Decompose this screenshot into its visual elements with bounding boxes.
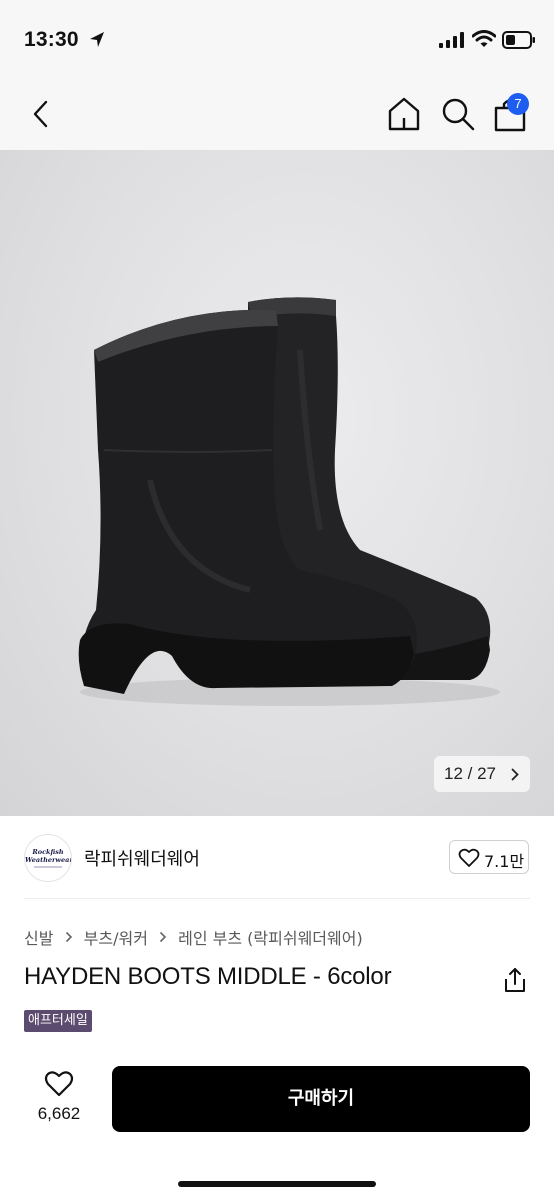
image-counter[interactable]: 12 / 27	[434, 756, 530, 792]
status-time: 13:30	[24, 28, 79, 51]
image-counter-text: 12 / 27	[444, 764, 496, 783]
signal-icon	[439, 32, 464, 48]
brand-like-button[interactable]: 7.1만	[449, 840, 529, 874]
heart-icon	[44, 1071, 74, 1097]
chevron-right-icon	[511, 768, 519, 781]
brand-name[interactable]: 락피쉬웨더웨어	[84, 845, 200, 871]
sale-badge: 애프터세일	[24, 1010, 92, 1032]
cart-count-badge: 7	[507, 93, 529, 115]
divider	[24, 898, 530, 899]
brand-logo-line1: Rockfish	[32, 848, 64, 856]
product-title: HAYDEN BOOTS MIDDLE - 6color	[24, 963, 392, 990]
breadcrumb-item-rain-boots[interactable]: 레인 부츠 (락피쉬웨더웨어)	[178, 929, 363, 948]
wifi-icon	[472, 30, 496, 47]
top-navigation	[0, 80, 554, 150]
chevron-right-icon	[159, 931, 167, 943]
battery-icon	[502, 31, 535, 49]
brand-logo[interactable]: Rockfish Weatherwear	[24, 834, 72, 882]
heart-icon	[458, 848, 480, 867]
product-image[interactable]	[0, 150, 554, 816]
brand-row[interactable]: Rockfish Weatherwear 락피쉬웨더웨어 7.1만	[0, 830, 554, 886]
chevron-right-icon	[65, 931, 72, 943]
brand-logo-rule	[34, 866, 62, 868]
home-indicator	[178, 1181, 376, 1187]
back-button[interactable]	[24, 94, 60, 134]
brand-like-count: 7.1만	[484, 852, 525, 871]
breadcrumb-item-boots[interactable]: 부츠/워커	[84, 929, 148, 948]
search-button[interactable]	[438, 94, 478, 134]
brand-logo-line2: Weatherwear	[25, 856, 72, 864]
home-button[interactable]	[384, 94, 424, 134]
buy-button[interactable]: 구매하기	[112, 1066, 530, 1132]
boots-illustration	[78, 297, 500, 706]
status-bar: 13:30	[0, 0, 554, 80]
share-button[interactable]	[502, 966, 528, 994]
wishlist-count: 6,662	[37, 1104, 81, 1123]
nav-arrow-icon	[90, 32, 104, 47]
wishlist-button[interactable]: 6,662	[24, 1068, 94, 1130]
breadcrumb-item-shoes[interactable]: 신발	[24, 929, 53, 948]
breadcrumb: 신발 부츠/워커 레인 부츠 (락피쉬웨더웨어)	[24, 925, 363, 949]
